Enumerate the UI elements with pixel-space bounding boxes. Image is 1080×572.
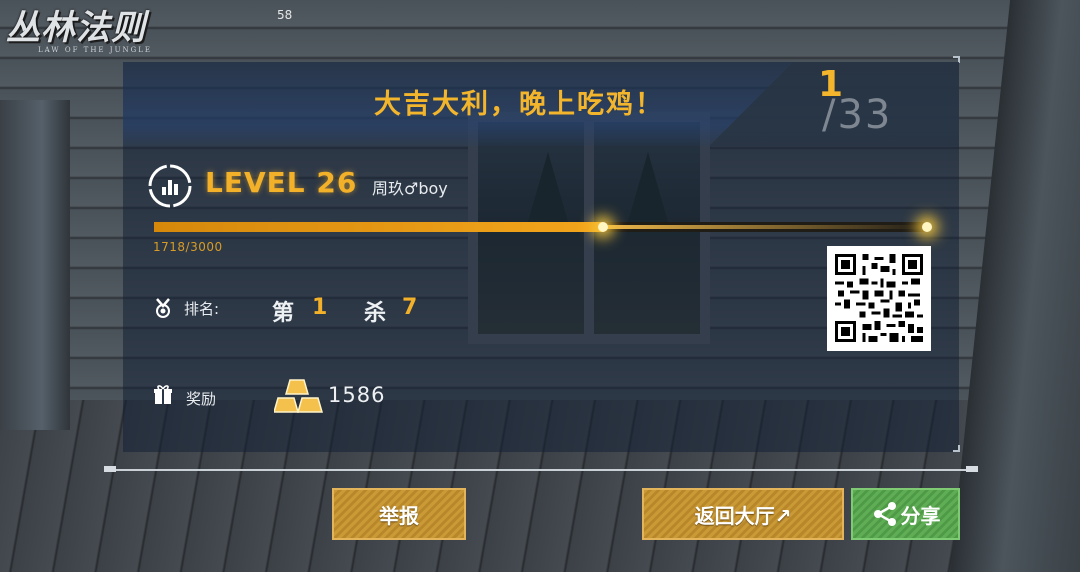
share-button[interactable]: 分享 bbox=[851, 488, 960, 540]
gold-bars-icon bbox=[274, 379, 323, 413]
fps-counter: 58 bbox=[277, 8, 293, 22]
panel-corner bbox=[953, 445, 960, 452]
bottom-divider bbox=[106, 469, 976, 471]
total-players: /33 bbox=[822, 92, 893, 138]
report-button-label: 举报 bbox=[379, 503, 419, 528]
reward-value: 1586 bbox=[328, 383, 386, 407]
back-to-lobby-button[interactable]: 返回大厅↗ bbox=[642, 488, 844, 540]
rank-prefix: 第 bbox=[272, 301, 295, 326]
share-icon bbox=[873, 502, 896, 526]
share-button-label: 分享 bbox=[900, 503, 941, 528]
divider-cap bbox=[104, 466, 116, 472]
player-name: 周玖♂boy bbox=[372, 179, 448, 198]
xp-progress-spark bbox=[598, 222, 608, 232]
wooden-post-left bbox=[0, 100, 70, 430]
reward-label: 奖励 bbox=[186, 390, 217, 408]
report-button[interactable]: 举报 bbox=[332, 488, 466, 540]
logo-subtitle: LAW OF THE JUNGLE bbox=[38, 46, 152, 54]
medal-icon bbox=[156, 298, 170, 318]
game-logo: 丛林法则 LAW OF THE JUNGLE bbox=[6, 8, 152, 54]
rank-value: 1 bbox=[312, 295, 328, 320]
qr-code bbox=[827, 246, 931, 351]
result-title: 大吉大利，晚上吃鸡！ bbox=[374, 89, 664, 120]
xp-end-spark bbox=[922, 222, 932, 232]
xp-progress-trail bbox=[603, 225, 929, 229]
xp-progress-bar bbox=[154, 222, 932, 232]
xp-progress-fill bbox=[154, 222, 603, 232]
logo-title: 丛林法则 bbox=[6, 8, 146, 48]
kill-prefix: 杀 bbox=[364, 301, 387, 326]
xp-value: 1718/3000 bbox=[153, 240, 223, 254]
player-level: LEVEL 26 bbox=[205, 166, 358, 199]
back-to-lobby-label: 返回大厅↗ bbox=[694, 503, 792, 528]
level-badge-icon bbox=[148, 164, 192, 208]
divider-cap bbox=[966, 466, 978, 472]
kill-value: 7 bbox=[402, 295, 418, 320]
qr-code-pattern bbox=[835, 254, 923, 342]
rank-label: 排名: bbox=[184, 300, 220, 318]
gift-icon bbox=[154, 385, 172, 404]
